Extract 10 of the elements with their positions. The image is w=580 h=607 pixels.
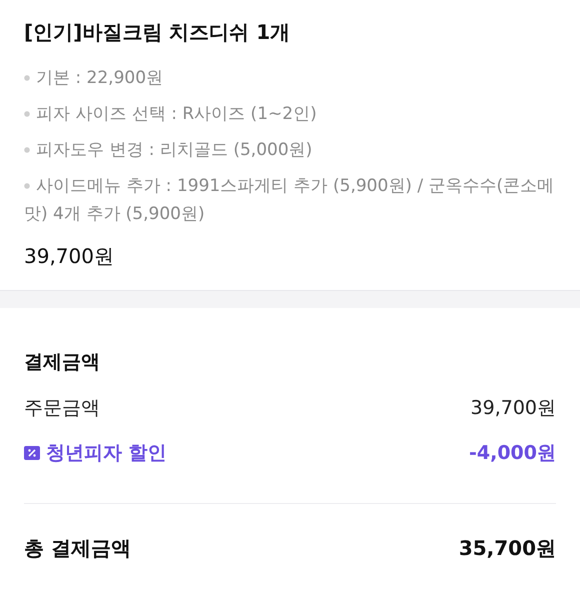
- amount-value: 39,700원: [470, 396, 556, 421]
- total-label: 총 결제금액: [24, 535, 131, 562]
- section-title: 결제금액: [24, 350, 101, 375]
- total-value: 35,700원: [458, 535, 556, 562]
- discount-label: 청년피자 할인: [46, 441, 167, 466]
- coupon-icon: [24, 446, 40, 460]
- item-price: 39,700원: [24, 243, 115, 270]
- discount-value: -4,000원: [469, 441, 556, 466]
- item-title: [인기]바질크림 치즈디쉬 1개: [24, 19, 292, 46]
- amount-label: 주문금액: [24, 396, 100, 421]
